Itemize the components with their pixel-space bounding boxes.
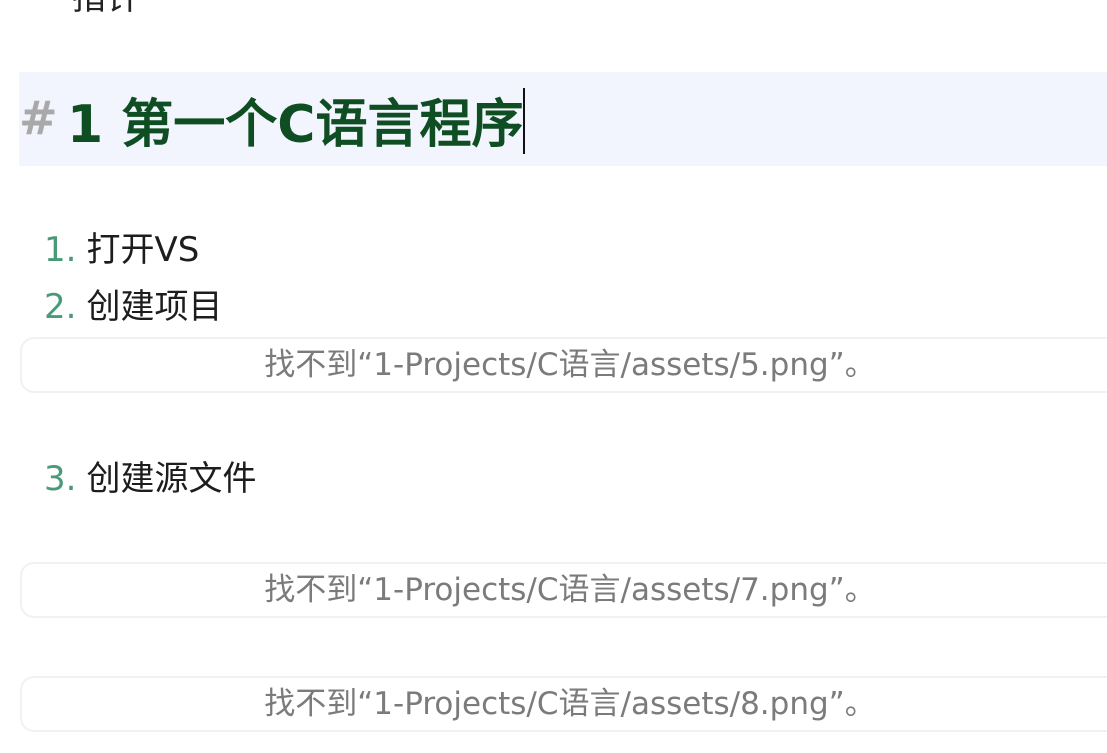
list-item[interactable]: 1. 打开VS <box>44 229 199 271</box>
heading-block[interactable]: # 1 第一个C语言程序 <box>19 72 1107 166</box>
list-item[interactable]: 2. 创建项目 <box>44 286 222 328</box>
missing-image-message: 找不到“1-Projects/C语言/assets/7.png”。 <box>264 572 876 608</box>
list-item[interactable]: 3. 创建源文件 <box>44 458 256 500</box>
missing-image-embed[interactable]: 找不到“1-Projects/C语言/assets/8.png”。 <box>20 676 1107 732</box>
editor-page: 指针 # 1 第一个C语言程序 1.打开VS 2.创建项目 找不到“1-Proj… <box>0 0 1107 753</box>
page-title[interactable]: 1 第一个C语言程序 <box>67 88 526 155</box>
missing-image-embed[interactable]: 找不到“1-Projects/C语言/assets/5.png”。 <box>20 337 1107 393</box>
heading-marker: # <box>19 91 58 145</box>
heading-text: 1 第一个C语言程序 <box>67 95 524 155</box>
previous-line-text[interactable]: 指针 <box>72 0 140 18</box>
text-caret <box>523 88 526 154</box>
list-item-number: 2. <box>44 287 77 327</box>
list-item-label: 创建源文件 <box>86 459 257 499</box>
list-item-label: 打开VS <box>86 230 200 270</box>
missing-image-embed[interactable]: 找不到“1-Projects/C语言/assets/7.png”。 <box>20 562 1107 618</box>
list-item-label: 创建项目 <box>86 287 223 327</box>
missing-image-message: 找不到“1-Projects/C语言/assets/8.png”。 <box>264 686 876 722</box>
missing-image-message: 找不到“1-Projects/C语言/assets/5.png”。 <box>264 347 876 383</box>
list-item-number: 3. <box>44 459 77 499</box>
list-item-number: 1. <box>44 230 77 270</box>
